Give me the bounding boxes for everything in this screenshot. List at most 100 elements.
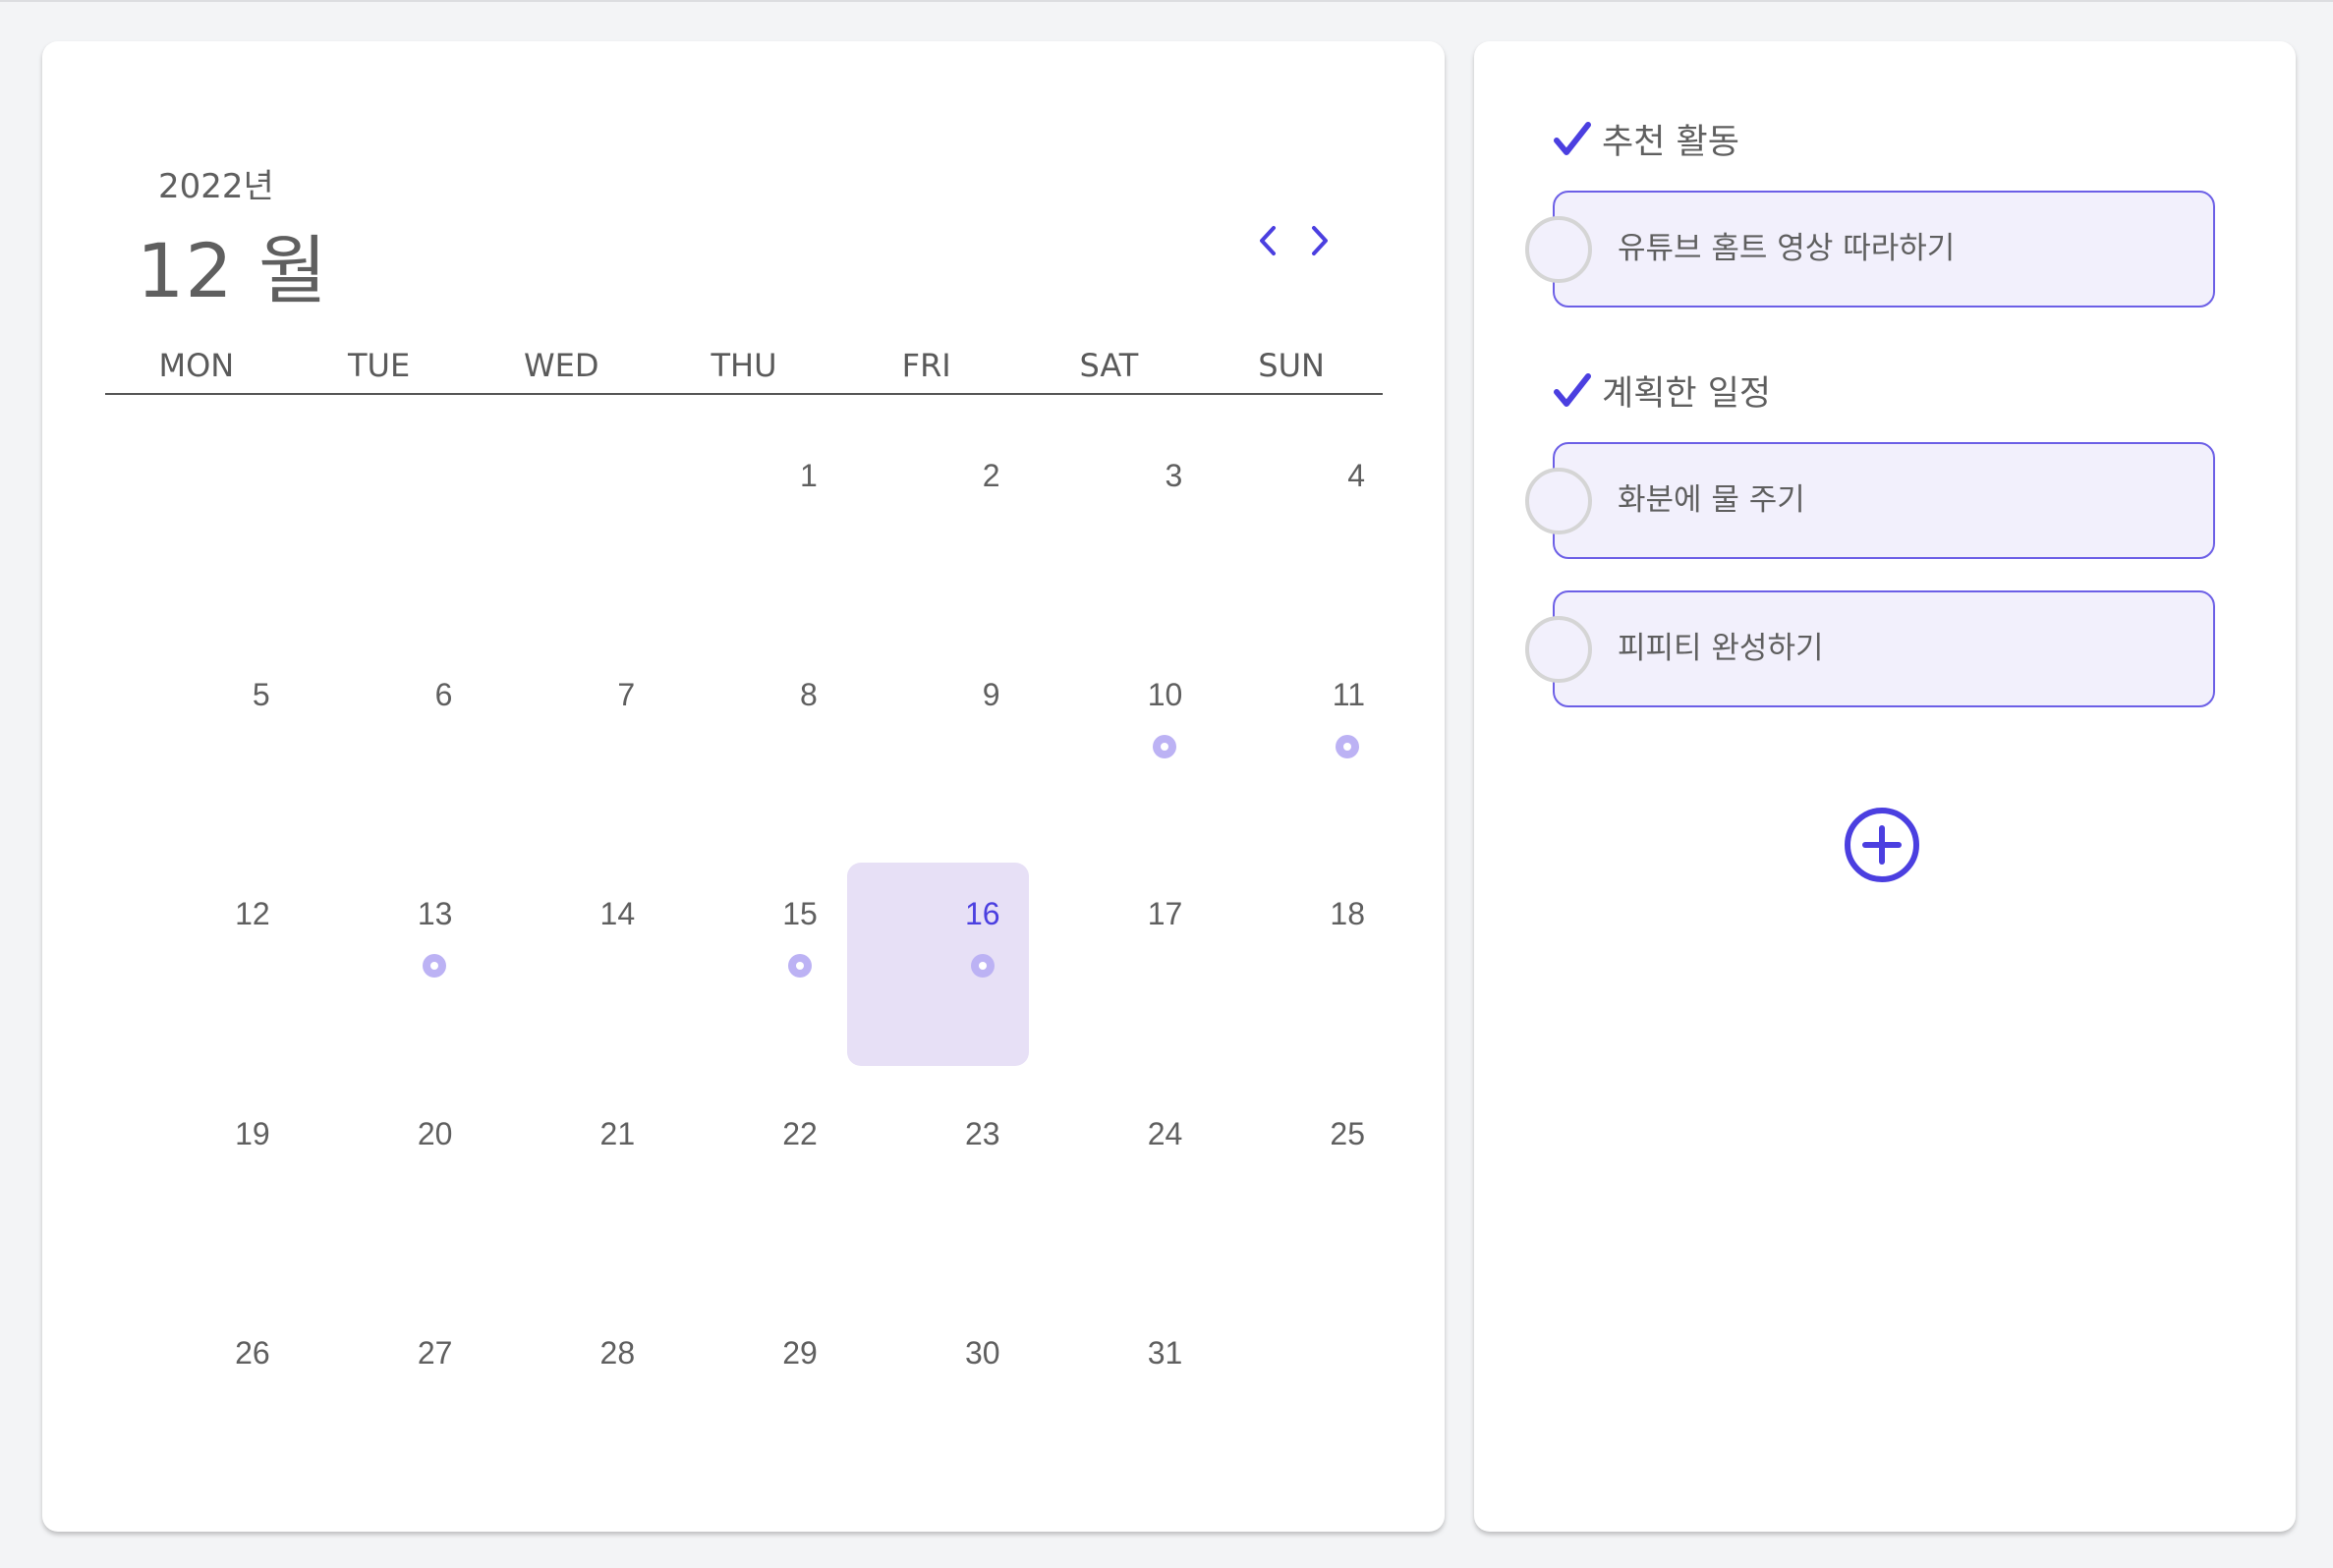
calendar-empty-cell	[288, 424, 471, 644]
weekday-sat: SAT	[1079, 347, 1139, 384]
day-number: 18	[1330, 896, 1365, 932]
planned-section-title: 계획한 일정	[1553, 365, 1771, 416]
weekday-header: MON TUE WED THU FRI SAT SUN	[105, 336, 1383, 395]
calendar-day-12[interactable]: 12	[105, 863, 288, 1082]
weekday-sun: SUN	[1258, 347, 1325, 384]
day-number: 22	[782, 1115, 818, 1151]
day-number: 23	[964, 1115, 1000, 1151]
day-number: 20	[417, 1115, 453, 1151]
event-dot-icon	[787, 954, 812, 979]
day-number: 21	[599, 1115, 636, 1151]
day-number: 29	[782, 1334, 818, 1371]
calendar-day-8[interactable]: 8	[653, 644, 835, 863]
calendar-day-4[interactable]: 4	[1200, 424, 1383, 644]
selected-day-highlight	[846, 863, 1029, 1067]
day-number: 16	[964, 896, 1000, 932]
day-number: 1	[800, 458, 818, 493]
calendar-day-23[interactable]: 23	[835, 1083, 1018, 1302]
todo-card: 추천 활동 유튜브 홈트 영상 따라하기 계획한 일정 화분에 물 주기 피피티…	[1474, 41, 2296, 1532]
calendar-day-24[interactable]: 24	[1018, 1083, 1201, 1302]
day-number: 12	[235, 896, 270, 932]
calendar-day-3[interactable]: 3	[1018, 424, 1201, 644]
task-label: 화분에 물 주기	[1618, 482, 1805, 518]
task-item[interactable]: 화분에 물 주기	[1525, 442, 2215, 559]
calendar-day-26[interactable]: 26	[105, 1302, 288, 1521]
day-number: 11	[1332, 677, 1365, 713]
weekday-fri: FRI	[901, 347, 951, 384]
calendar-day-19[interactable]: 19	[105, 1083, 288, 1302]
day-number: 15	[782, 896, 818, 932]
top-border	[0, 0, 2333, 2]
weekday-wed: WED	[524, 347, 599, 384]
prev-month-button[interactable]	[1246, 216, 1289, 265]
day-number: 8	[800, 677, 818, 713]
day-number: 9	[982, 677, 1000, 713]
calendar-day-30[interactable]: 30	[835, 1302, 1018, 1521]
calendar-day-21[interactable]: 21	[470, 1083, 653, 1302]
calendar-empty-cell	[1200, 1302, 1383, 1521]
calendar-day-2[interactable]: 2	[835, 424, 1018, 644]
event-dot-icon	[423, 954, 447, 979]
calendar-day-29[interactable]: 29	[653, 1302, 835, 1521]
day-number: 30	[964, 1334, 1000, 1371]
calendar-day-7[interactable]: 7	[470, 644, 653, 863]
day-number: 28	[599, 1334, 636, 1371]
event-dot-icon	[970, 954, 995, 979]
calendar-year: 2022년	[158, 167, 274, 206]
weekday-thu: THU	[711, 347, 777, 384]
day-number: 26	[235, 1334, 270, 1371]
day-number: 25	[1330, 1115, 1365, 1151]
calendar-empty-cell	[105, 424, 288, 644]
day-number: 27	[417, 1334, 453, 1371]
calendar-day-18[interactable]: 18	[1200, 863, 1383, 1082]
calendar-day-1[interactable]: 1	[653, 424, 835, 644]
next-month-button[interactable]	[1298, 216, 1341, 265]
task-checkbox[interactable]	[1525, 616, 1592, 683]
calendar-empty-cell	[470, 424, 653, 644]
calendar-day-6[interactable]: 6	[288, 644, 471, 863]
calendar-day-14[interactable]: 14	[470, 863, 653, 1082]
day-number: 13	[417, 896, 453, 932]
day-number: 24	[1147, 1115, 1183, 1151]
checkmark-icon	[1554, 372, 1591, 407]
event-dot-icon	[1335, 735, 1359, 759]
calendar-day-27[interactable]: 27	[288, 1302, 471, 1521]
event-dot-icon	[1153, 735, 1177, 759]
day-number: 3	[1165, 458, 1183, 493]
day-number: 31	[1147, 1334, 1183, 1371]
calendar-day-25[interactable]: 25	[1200, 1083, 1383, 1302]
day-number: 4	[1347, 458, 1365, 493]
recommended-section-title: 추천 활동	[1553, 114, 1739, 164]
calendar-day-17[interactable]: 17	[1018, 863, 1201, 1082]
calendar-day-11[interactable]: 11	[1200, 644, 1383, 863]
day-number: 19	[235, 1115, 270, 1151]
add-task-button[interactable]	[1843, 806, 1921, 884]
calendar-month: 12 월	[137, 227, 328, 314]
task-checkbox[interactable]	[1525, 468, 1592, 534]
day-number: 5	[252, 677, 270, 713]
day-number: 14	[599, 896, 636, 932]
calendar-day-5[interactable]: 5	[105, 644, 288, 863]
day-number: 2	[982, 458, 1000, 493]
day-number: 6	[434, 677, 453, 713]
chevron-right-icon	[1312, 226, 1328, 255]
calendar-day-16[interactable]: 16	[835, 863, 1029, 1082]
calendar-day-28[interactable]: 28	[470, 1302, 653, 1521]
recommended-title: 추천 활동	[1602, 123, 1739, 162]
calendar-card: 2022년 12 월 MON TUE WED THU FRI SAT SUN 1…	[42, 41, 1445, 1532]
calendar-day-9[interactable]: 9	[835, 644, 1018, 863]
calendar-day-13[interactable]: 13	[288, 863, 471, 1082]
day-number: 17	[1147, 896, 1183, 932]
calendar-day-31[interactable]: 31	[1018, 1302, 1201, 1521]
calendar-day-15[interactable]: 15	[653, 863, 835, 1082]
calendar-day-20[interactable]: 20	[288, 1083, 471, 1302]
calendar-grid: 1 2 3 4 5 6 7 8 9 10 11 12 13 14 15 16 17 18 19 20 21 22 23 24 2…	[105, 424, 1383, 1520]
task-checkbox[interactable]	[1525, 216, 1592, 283]
calendar-day-22[interactable]: 22	[653, 1083, 835, 1302]
task-item[interactable]: 피피티 완성하기	[1525, 590, 2215, 707]
task-item[interactable]: 유튜브 홈트 영상 따라하기	[1525, 191, 2215, 308]
planned-title: 계획한 일정	[1602, 374, 1772, 414]
day-number: 7	[617, 677, 636, 713]
chevron-left-icon	[1260, 226, 1276, 255]
calendar-day-10[interactable]: 10	[1018, 644, 1201, 863]
